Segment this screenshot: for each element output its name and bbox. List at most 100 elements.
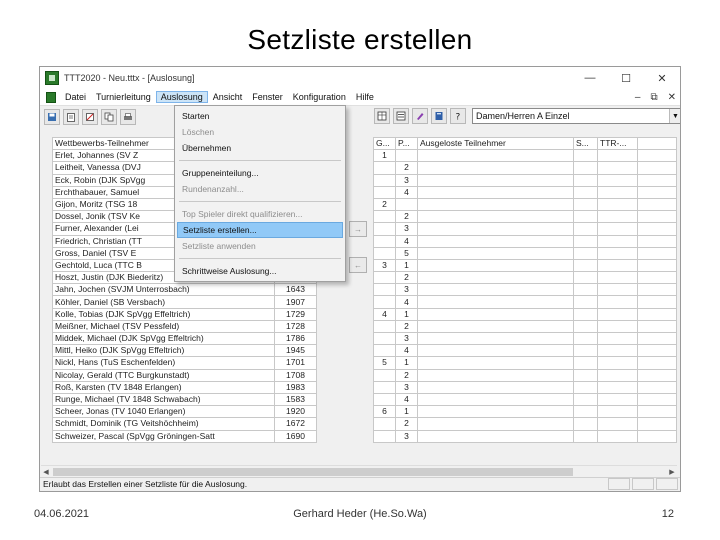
mdi-restore-button[interactable]: ⧉ <box>650 92 657 103</box>
group-cell <box>373 173 396 187</box>
horizontal-scrollbar[interactable]: ◀ ▶ <box>41 465 677 477</box>
dropdown-item-schrittweise-auslosung[interactable]: Schrittweise Auslosung... <box>175 263 345 279</box>
menu-separator <box>179 201 341 202</box>
table-row[interactable]: 2 <box>373 210 677 224</box>
table-row[interactable]: Roß, Karsten (TV 1848 Erlangen) 1983 <box>52 380 317 394</box>
table-row[interactable]: Kolle, Tobias (DJK SpVgg Effeltrich) 1729 <box>52 307 317 321</box>
table-row[interactable]: Runge, Michael (TV 1848 Schwabach) 1583 <box>52 392 317 407</box>
table-row[interactable]: 3 <box>373 380 677 394</box>
seed-cell <box>573 380 598 394</box>
competition-select[interactable]: Damen/Herren A Einzel ▼ <box>472 108 680 124</box>
table-row[interactable]: Nicolay, Gerald (TTC Burgkunstadt) 1708 <box>52 368 317 382</box>
menu-datei[interactable]: Datei <box>60 91 91 103</box>
table-row[interactable]: Middek, Michael (DJK SpVgg Effeltrich) 17… <box>52 331 317 346</box>
table-row[interactable]: 3 <box>373 331 677 346</box>
dropdown-item-gruppeneinteilung[interactable]: Gruppeneinteilung... <box>175 165 345 181</box>
scrollbar-thumb[interactable] <box>53 468 573 476</box>
group-cell: 2 <box>373 197 396 212</box>
help-icon[interactable]: ? <box>450 108 466 124</box>
ttr-cell <box>597 258 638 273</box>
table-row[interactable]: 2 <box>373 417 677 431</box>
table-row[interactable]: Schmidt, Dominik (TG Veitshöchheim) 1672 <box>52 417 317 431</box>
ttr-cell <box>597 149 638 163</box>
table-row[interactable]: 3 <box>373 222 677 236</box>
ttr-cell <box>597 368 638 382</box>
maximize-button[interactable]: ☐ <box>608 67 644 89</box>
menu-ansicht[interactable]: Ansicht <box>208 91 248 103</box>
position-cell: 4 <box>395 234 418 248</box>
svg-text:?: ? <box>456 113 461 122</box>
mdi-minimize-button[interactable]: – <box>635 92 641 103</box>
table-row[interactable]: 2 <box>373 161 677 175</box>
menu-turnierleitung[interactable]: Turnierleitung <box>91 91 156 103</box>
draw-header-position[interactable]: P... <box>395 136 418 151</box>
table-row[interactable]: 4 <box>373 392 677 407</box>
dropdown-item-übernehmen[interactable]: Übernehmen <box>175 140 345 156</box>
clipboard-icon[interactable] <box>63 108 79 125</box>
table-row[interactable]: 31 <box>373 258 677 273</box>
menu-fenster[interactable]: Fenster <box>247 91 288 103</box>
table-row[interactable]: 3 <box>373 173 677 187</box>
participant-cell <box>417 368 574 382</box>
status-bar: Erlaubt das Erstellen einer Setzliste fü… <box>40 477 680 491</box>
table-row[interactable]: 4 <box>373 295 677 309</box>
table-row[interactable]: 5 <box>373 246 677 260</box>
position-cell: 4 <box>395 392 418 407</box>
close-button[interactable]: ✕ <box>644 67 680 89</box>
table-row[interactable]: 4 <box>373 234 677 248</box>
seed-cell <box>573 344 598 358</box>
table-row[interactable]: 4 <box>373 344 677 358</box>
table-row[interactable]: Jahn, Jochen (SVJM Unterrosbach) 1643 <box>52 283 317 297</box>
seed-cell <box>573 185 598 199</box>
table-row[interactable]: 1 <box>373 149 677 163</box>
print-icon[interactable] <box>120 108 136 125</box>
table-row[interactable]: 4 <box>373 185 677 199</box>
move-left-button[interactable]: ← <box>349 257 367 273</box>
table-row[interactable]: 2 <box>373 271 677 285</box>
menu-auslosung[interactable]: Auslosung <box>155 91 208 103</box>
table-row[interactable]: 61 <box>373 405 677 419</box>
draw-header-group[interactable]: G... <box>373 136 396 151</box>
ttr-cell <box>597 417 638 431</box>
participant-cell <box>417 417 574 431</box>
draw-header-participant[interactable]: Ausgeloste Teilnehmer <box>417 136 574 151</box>
blank-cell <box>637 173 677 187</box>
save-icon[interactable] <box>44 108 60 125</box>
menu-konfiguration[interactable]: Konfiguration <box>288 91 351 103</box>
dropdown-item-setzliste-erstellen[interactable]: Setzliste erstellen... <box>177 222 343 238</box>
exclude-icon[interactable] <box>82 108 98 125</box>
chevron-down-icon[interactable]: ▼ <box>669 109 680 123</box>
menu-hilfe[interactable]: Hilfe <box>351 91 379 103</box>
blank-cell <box>637 307 677 321</box>
table-row[interactable]: Scheer, Jonas (TV 1040 Erlangen) 1920 <box>52 405 317 419</box>
list-icon[interactable] <box>393 108 409 124</box>
table-row[interactable]: 3 <box>373 283 677 297</box>
table-row[interactable]: 2 <box>373 319 677 334</box>
table-row[interactable]: 51 <box>373 356 677 370</box>
blank-cell <box>637 234 677 248</box>
table-row[interactable]: 2 <box>373 368 677 382</box>
participant-ttr-cell: 1729 <box>274 307 317 321</box>
minimize-button[interactable]: — <box>572 67 608 89</box>
book-icon[interactable] <box>431 108 447 124</box>
move-right-button[interactable]: → <box>349 221 367 237</box>
dropdown-item-starten[interactable]: Starten <box>175 108 345 124</box>
table-row[interactable]: 3 <box>373 429 677 443</box>
table-row[interactable]: 41 <box>373 307 677 321</box>
position-cell: 2 <box>395 368 418 382</box>
table-row[interactable]: Schweizer, Pascal (SpVgg Gröningen-Satt 1… <box>52 429 317 443</box>
table-row[interactable]: Nickl, Hans (TuS Eschenfelden) 1701 <box>52 356 317 370</box>
table-row[interactable]: Mittl, Heiko (DJK SpVgg Effeltrich) 1945 <box>52 344 317 358</box>
table-row[interactable]: Köhler, Daniel (SB Versbach) 1907 <box>52 295 317 309</box>
copy-icon[interactable] <box>101 108 117 125</box>
mdi-close-button[interactable]: ✕ <box>668 92 676 103</box>
draw-header-seed[interactable]: S... <box>573 136 598 151</box>
draw-header-ttr[interactable]: TTR-... <box>597 136 638 151</box>
seed-cell <box>573 417 598 431</box>
table-row[interactable]: Meißner, Michael (TSV Pessfeld) 1728 <box>52 319 317 334</box>
edit-icon[interactable] <box>412 108 428 124</box>
table-icon[interactable] <box>374 108 390 124</box>
blank-cell <box>637 210 677 224</box>
table-row[interactable]: 2 <box>373 197 677 212</box>
ttr-cell <box>597 197 638 212</box>
